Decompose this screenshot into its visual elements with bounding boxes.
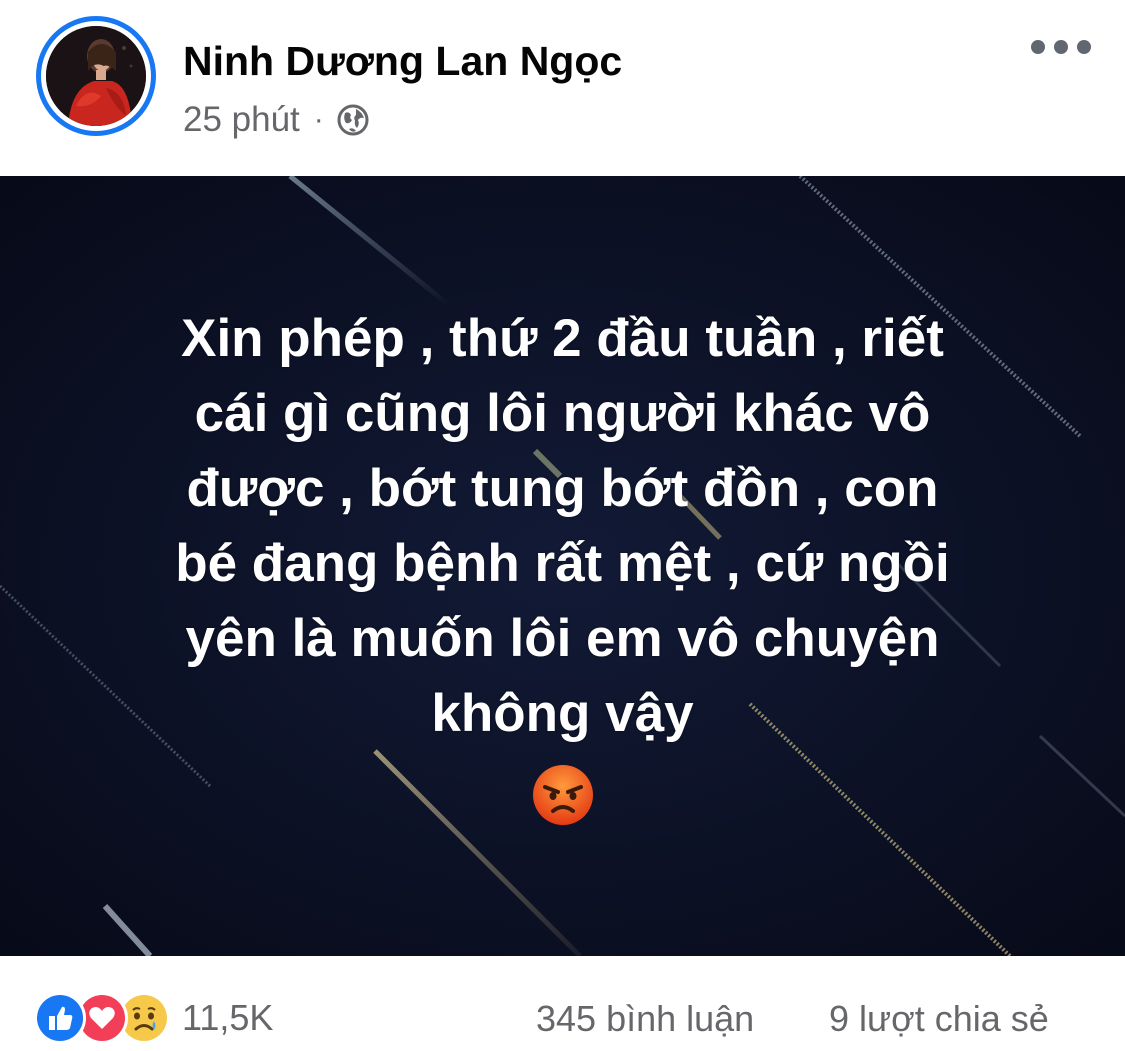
post-footer: 11,5K 345 bình luận 9 lượt chia sẻ (0, 956, 1125, 1051)
globe-icon (336, 103, 370, 137)
more-options-icon[interactable] (1031, 30, 1091, 64)
avatar[interactable] (36, 16, 156, 136)
reaction-count[interactable]: 11,5K (182, 997, 273, 1039)
image-caption-text: Xin phép , thứ 2 đầu tuần , riết cái gì … (175, 309, 950, 743)
like-icon (34, 992, 86, 1044)
angry-face-icon (531, 763, 595, 827)
more-dot (1077, 40, 1091, 54)
author-name[interactable]: Ninh Dương Lan Ngọc (183, 37, 622, 85)
avatar-image (46, 26, 146, 126)
reaction-summary[interactable]: 11,5K (34, 992, 273, 1044)
post-meta: 25 phút · (183, 98, 370, 142)
post-image[interactable]: Xin phép , thứ 2 đầu tuần , riết cái gì … (0, 176, 1125, 956)
facebook-post: Ninh Dương Lan Ngọc 25 phút · Xin phép ,… (0, 0, 1125, 1051)
more-dot (1054, 40, 1068, 54)
meta-separator: · (313, 103, 324, 136)
more-dot (1031, 40, 1045, 54)
comments-count[interactable]: 345 bình luận (536, 998, 754, 1040)
post-header: Ninh Dương Lan Ngọc 25 phút · (0, 0, 1125, 176)
shares-count[interactable]: 9 lượt chia sẻ (829, 998, 1049, 1040)
post-timestamp[interactable]: 25 phút (183, 100, 300, 140)
